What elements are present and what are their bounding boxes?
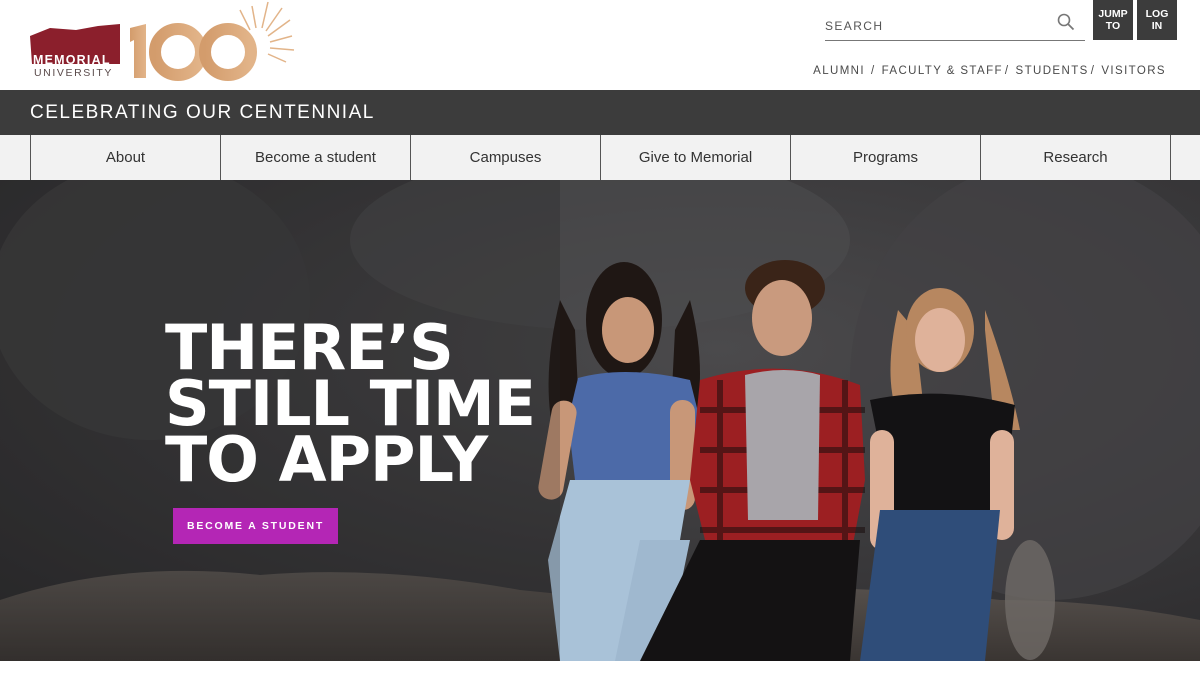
audience-link-visitors[interactable]: VISITORS [1101,65,1166,77]
jump-to-button[interactable]: JUMP TO [1093,0,1133,40]
audience-link-students[interactable]: STUDENTS [1016,65,1089,77]
audience-link-faculty-staff[interactable]: FACULTY & STAFF [882,65,1003,77]
audience-separator: / [1004,65,1010,77]
nav-item-research[interactable]: Research [981,135,1171,180]
search-input[interactable] [825,16,1045,36]
banner-title[interactable]: CELEBRATING OUR CENTENNIAL [30,102,375,124]
audience-separator: / [870,65,876,77]
become-a-student-button[interactable]: BECOME A STUDENT [173,508,338,544]
logo-wordmark-university: UNIVERSITY [34,67,114,79]
hero-section: THERE’S STILL TIME TO APPLY BECOME A STU… [0,180,1200,661]
main-navigation: About Become a student Campuses Give to … [0,135,1200,181]
nav-item-become-a-student[interactable]: Become a student [221,135,411,180]
audience-link-alumni[interactable]: ALUMNI [813,65,865,77]
hero-headline-line: TO APPLY [165,423,488,496]
audience-links: ALUMNI / FACULTY & STAFF / STUDENTS / VI… [813,65,1166,77]
search-icon[interactable] [1057,13,1075,31]
log-in-label-line1: LOG [1145,8,1169,20]
logo-wordmark-memorial: MEMORIAL [33,53,111,67]
centennial-banner: CELEBRATING OUR CENTENNIAL [0,90,1200,135]
site-header: MEMORIAL UNIVERSITY JUMP TO LOG IN ALUMN… [0,0,1200,90]
nav-item-programs[interactable]: Programs [791,135,981,180]
audience-separator: / [1090,65,1096,77]
nav-item-give-to-memorial[interactable]: Give to Memorial [601,135,791,180]
nav-item-campuses[interactable]: Campuses [411,135,601,180]
centennial-logo[interactable]: MEMORIAL UNIVERSITY [28,0,298,84]
log-in-button[interactable]: LOG IN [1137,0,1177,40]
jump-to-label-line2: TO [1105,20,1121,32]
log-in-label-line2: IN [1151,20,1163,32]
search-box [825,10,1085,41]
nav-item-about[interactable]: About [31,135,221,180]
hero-headline: THERE’S STILL TIME TO APPLY [165,317,536,496]
jump-to-label-line1: JUMP [1098,8,1128,20]
